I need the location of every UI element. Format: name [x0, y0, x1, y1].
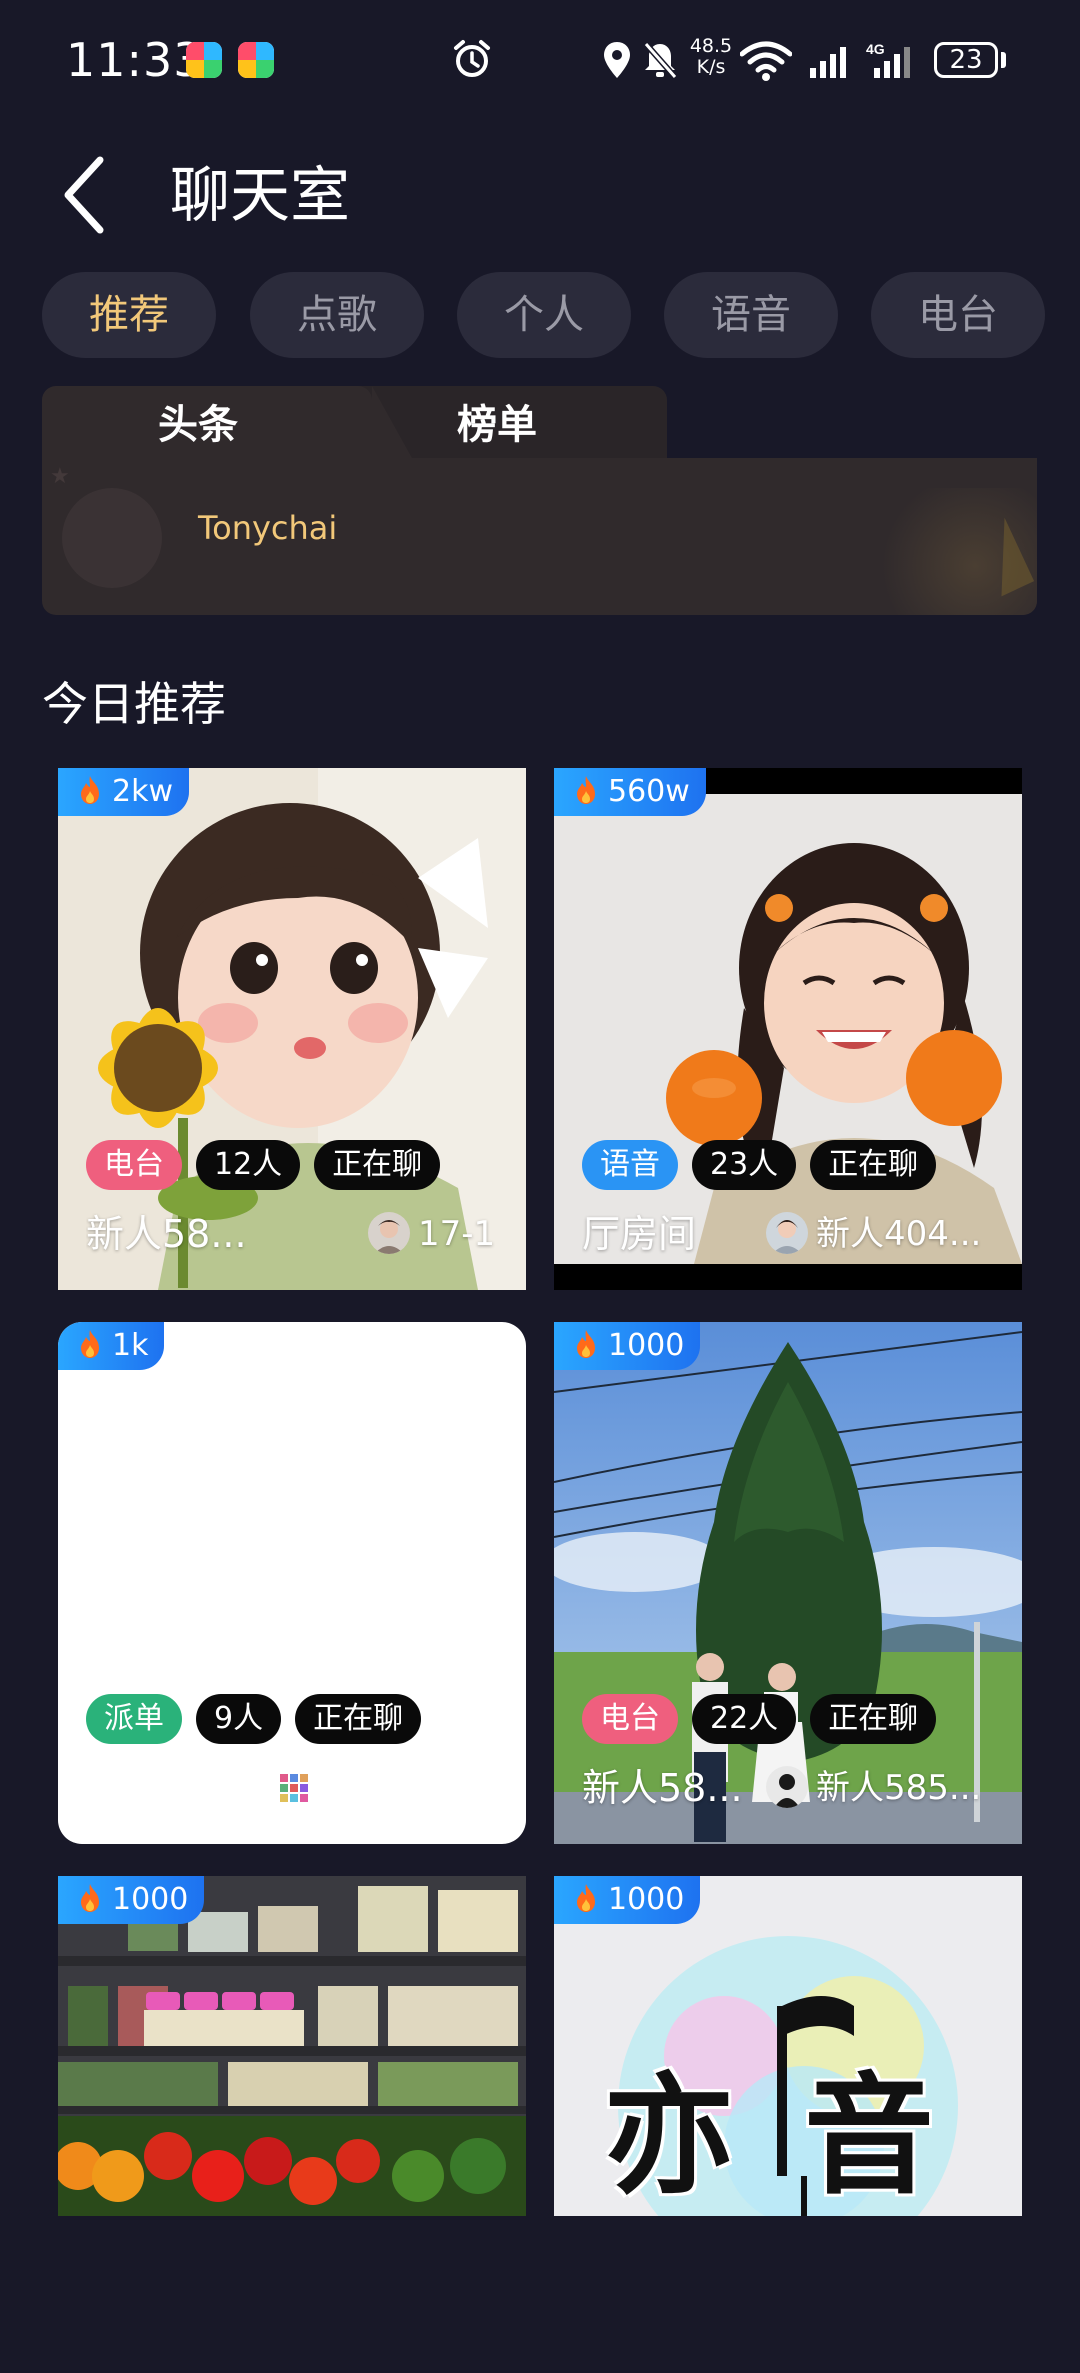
signal-icon — [810, 47, 846, 78]
hot-badge: 2kw — [58, 768, 189, 816]
room-tags: 电台 12人 正在聊 — [86, 1140, 454, 1190]
tab-recommend[interactable]: 推荐 — [42, 272, 216, 358]
room-type-badge: 电台 — [582, 1694, 678, 1744]
app-icon — [186, 42, 222, 78]
svg-text:4G: 4G — [866, 41, 885, 57]
room-name: 厅房间 — [582, 1212, 697, 1256]
room-card[interactable]: 1000 — [58, 1876, 526, 2216]
hot-count: 1000 — [608, 1328, 685, 1363]
fire-icon — [577, 776, 595, 804]
chevron-left-icon — [64, 156, 104, 234]
room-logo-text: 亦音 — [604, 2060, 1005, 2212]
tab-personal[interactable]: 个人 — [457, 272, 631, 358]
host-name: 新人585... — [816, 1768, 982, 1808]
room-card[interactable]: 560w 语音 23人 正在聊 厅房间 新人404... — [554, 768, 1022, 1290]
fire-icon — [81, 776, 99, 804]
room-type-badge: 派单 — [86, 1694, 182, 1744]
host-name: 17-1 — [418, 1214, 496, 1254]
room-tags: 语音 23人 正在聊 — [582, 1140, 950, 1190]
status-time: 11:33 — [66, 33, 204, 87]
room-name: 新人58... — [86, 1212, 247, 1256]
headline-tab-ranking-label: 榜单 — [457, 402, 537, 448]
hot-count: 1k — [112, 1328, 149, 1363]
people-count-badge: 12人 — [196, 1140, 301, 1190]
net-speed-unit: K/s — [696, 56, 726, 78]
4g-signal-icon: 4G — [866, 41, 910, 78]
headline-tab-news[interactable]: 头条 — [42, 386, 412, 458]
room-card[interactable]: 亦音 1000 — [554, 1876, 1022, 2216]
avatar — [766, 1766, 808, 1808]
section-title: 今日推荐 — [42, 677, 226, 731]
room-card[interactable]: 2kw 电台 12人 正在聊 新人58... 17-1 — [58, 768, 526, 1290]
star-icon: ★ — [50, 464, 70, 489]
mute-bell-icon — [643, 42, 678, 79]
back-button[interactable] — [56, 150, 116, 240]
fire-icon — [81, 1884, 99, 1912]
avatar — [368, 1212, 410, 1254]
hot-badge: 1000 — [554, 1876, 701, 1924]
room-tags: 电台 22人 正在聊 — [582, 1694, 950, 1744]
room-tags: 派单 9人 正在聊 — [86, 1694, 435, 1744]
location-icon — [604, 42, 630, 78]
people-count-badge: 23人 — [692, 1140, 797, 1190]
room-cover-image — [58, 1876, 526, 2216]
battery-icon: 23 — [934, 42, 998, 78]
hot-count: 1000 — [112, 1882, 189, 1917]
fire-icon — [577, 1330, 595, 1358]
tab-song-request[interactable]: 点歌 — [250, 272, 424, 358]
fire-icon — [577, 1884, 595, 1912]
people-count-badge: 9人 — [196, 1694, 282, 1744]
status-badge: 正在聊 — [314, 1140, 441, 1190]
wifi-icon — [740, 41, 792, 81]
category-tabs: 推荐 点歌 个人 语音 电台 — [0, 272, 1080, 360]
tab-voice[interactable]: 语音 — [664, 272, 838, 358]
headline-panel: 榜单 头条 ★ Tonychai — [42, 386, 1037, 615]
decor-circle — [62, 488, 162, 588]
headline-tab-news-label: 头条 — [158, 402, 238, 448]
tab-radio[interactable]: 电台 — [871, 272, 1045, 358]
qr-code-icon — [280, 1774, 308, 1802]
battery-tip — [1001, 52, 1006, 68]
room-card[interactable]: 1k 派单 9人 正在聊 — [58, 1322, 526, 1844]
avatar — [766, 1212, 808, 1254]
net-speed-value: 48.5 — [689, 35, 733, 57]
hot-badge: 1000 — [554, 1322, 701, 1370]
status-badge: 正在聊 — [810, 1140, 937, 1190]
status-badge: 正在聊 — [295, 1694, 422, 1744]
hot-badge: 1000 — [58, 1876, 205, 1924]
people-count-badge: 22人 — [692, 1694, 797, 1744]
hot-count: 560w — [608, 774, 690, 809]
room-type-badge: 电台 — [86, 1140, 182, 1190]
room-name: 新人58... — [582, 1766, 743, 1810]
net-speed: 48.5 K/s — [688, 36, 734, 78]
hot-badge: 1k — [58, 1322, 165, 1370]
host-name: 新人404... — [816, 1214, 982, 1254]
hot-count: 1000 — [608, 1882, 685, 1917]
room-card[interactable]: 1000 电台 22人 正在聊 新人58... 新人585... — [554, 1322, 1022, 1844]
status-bar: 11:33 48.5 K/s 4G 23 — [0, 0, 1080, 120]
hot-badge: 560w — [554, 768, 706, 816]
page-title: 聊天室 — [170, 161, 350, 231]
status-badge: 正在聊 — [810, 1694, 937, 1744]
headline-content[interactable]: ★ — [42, 458, 1037, 615]
app-icon — [238, 42, 274, 78]
hot-count: 2kw — [112, 774, 173, 809]
room-type-badge: 语音 — [582, 1140, 678, 1190]
fire-icon — [81, 1330, 99, 1358]
headline-name: Tonychai — [198, 509, 338, 547]
alarm-icon — [454, 40, 490, 77]
